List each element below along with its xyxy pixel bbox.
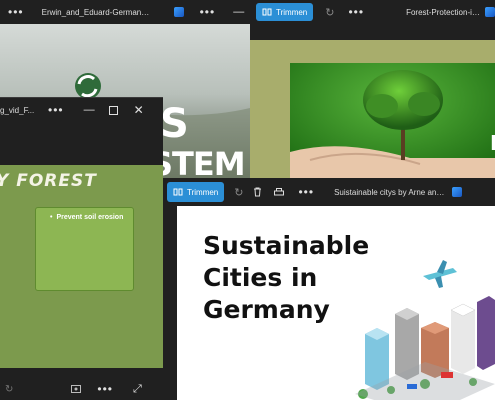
trim-button[interactable]: Trimmen (256, 3, 314, 21)
screenshot-icon[interactable] (71, 380, 82, 398)
slide-title-line: Cities in (203, 263, 318, 292)
image-icon[interactable] (173, 3, 184, 21)
close-icon[interactable]: ✕ (134, 101, 144, 119)
bullet-dot: • (50, 214, 53, 221)
expand-icon[interactable]: ⤢ (133, 380, 142, 398)
more-options-button[interactable]: ••• (298, 183, 314, 201)
airplane-icon (423, 260, 457, 288)
title-bar: Trimmen ↻ ••• Forest-Protection-in-Germa… (250, 0, 495, 24)
trim-label: Trimmen (187, 187, 219, 197)
svg-text:I: I (490, 131, 495, 155)
rotate-icon[interactable]: ↻ (5, 380, 13, 398)
video-frame: Y FOREST • Prevent soil erosion (0, 165, 163, 368)
title-bar: Trimmen ↻ ••• Suistainable citys by Arne… (163, 178, 495, 206)
more-options-button[interactable]: ••• (200, 3, 216, 21)
rotate-icon[interactable]: ↻ (325, 3, 334, 21)
window-title: Suistainable citys by Arne and S... (334, 187, 447, 197)
slide-title-line: Germany (203, 295, 330, 324)
slide-heading: Y FOREST (0, 171, 97, 191)
rotate-icon[interactable]: ↻ (234, 183, 243, 201)
slide-text-fragment: S (160, 101, 189, 147)
playback-toolbar: ↻ ••• ⤢ (0, 378, 163, 400)
window-title: Erwin_and_Eduard-Germany's_... (41, 7, 152, 17)
more-options-button[interactable]: ••• (8, 3, 24, 21)
tree-in-hand-photo: I (290, 63, 495, 185)
window-title: g_vid_F... (0, 105, 35, 115)
title-bar: ••• Erwin_and_Eduard-Germany's_... ••• — (0, 0, 250, 24)
video-window-forest[interactable]: g_vid_F... ••• — ✕ Y FOREST • Prevent so… (0, 97, 163, 400)
more-options-button[interactable]: ••• (97, 380, 113, 398)
slide-title: Sustainable Cities in Germany (203, 230, 369, 326)
more-options-button[interactable]: ••• (48, 101, 64, 119)
minimize-icon[interactable]: — (233, 3, 244, 21)
trim-icon (262, 8, 272, 16)
slide-preview: I (250, 40, 495, 185)
title-bar: g_vid_F... ••• — ✕ (0, 98, 163, 122)
image-icon[interactable] (485, 3, 495, 21)
window-title: Forest-Protection-in-Germany... (406, 7, 481, 17)
trim-button[interactable]: Trimmen (167, 182, 225, 202)
photo-window-sustainable-cities[interactable]: Trimmen ↻ ••• Suistainable citys by Arne… (163, 178, 495, 400)
slide-title-line: Sustainable (203, 231, 370, 260)
image-icon[interactable] (452, 183, 463, 201)
bullet-box: • Prevent soil erosion (35, 207, 134, 291)
isometric-city-illustration (355, 260, 495, 400)
bullet-text: Prevent soil erosion (56, 214, 124, 221)
photo-window-forest-protection[interactable]: Trimmen ↻ ••• Forest-Protection-in-Germa… (250, 0, 495, 185)
trim-label: Trimmen (276, 7, 308, 17)
print-icon[interactable] (274, 183, 285, 201)
slide-preview: Sustainable Cities in Germany (177, 206, 495, 400)
trim-icon (173, 188, 183, 196)
more-options-button[interactable]: ••• (348, 3, 364, 21)
maximize-icon[interactable] (108, 101, 118, 119)
minimize-icon[interactable]: — (84, 101, 95, 119)
recycle-globe-icon (75, 73, 101, 99)
slide-text-fragment: STEM (150, 145, 246, 180)
delete-icon[interactable] (253, 183, 262, 201)
